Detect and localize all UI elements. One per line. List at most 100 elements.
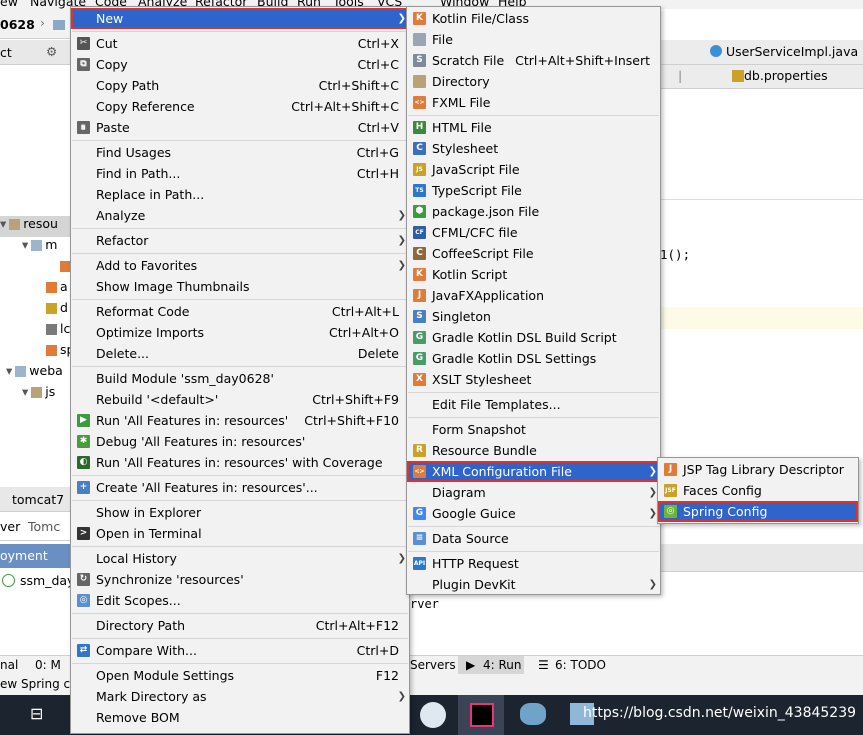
tree-row[interactable]: d (0, 300, 70, 321)
tree-row[interactable]: ▾ js (0, 384, 70, 405)
menu-item-spring-config[interactable]: ◎ Spring Config (658, 501, 858, 522)
tomcat-tab[interactable]: tomcat7 (12, 492, 64, 507)
chevron-right-icon: ❯ (397, 235, 406, 246)
menu-item-edit-file-templates[interactable]: Edit File Templates... (407, 394, 660, 415)
editor-tab-db-properties[interactable]: db.properties (744, 68, 828, 83)
menu-item-copy-path[interactable]: Copy Path Ctrl+Shift+C (71, 75, 409, 96)
run-tab[interactable]: 4: Run (483, 658, 522, 672)
menu-item-faces-config[interactable]: JSF Faces Config (658, 480, 858, 501)
breadcrumb-project[interactable]: 0628 (0, 17, 35, 32)
menu-item-javascript-file[interactable]: JS JavaScript File (407, 159, 660, 180)
tomcat-log-tab[interactable]: Tomc (28, 519, 60, 534)
menu-item-cfml-cfc-file[interactable]: CF CFML/CFC file (407, 222, 660, 243)
menu-item-singleton[interactable]: S Singleton (407, 306, 660, 327)
todo-tab[interactable]: 6: TODO (555, 658, 606, 672)
tree-row-resources[interactable]: ▾ resou (0, 216, 70, 237)
menu-item-jsp-tag-library-descriptor[interactable]: J JSP Tag Library Descriptor (658, 459, 858, 480)
menu-item-refactor[interactable]: Refactor ❯ (71, 230, 409, 251)
chevron-right-icon: › (40, 15, 45, 30)
menu-item-find-in-path[interactable]: Find in Path... Ctrl+H (71, 163, 409, 184)
coverage-icon: ◐ (77, 456, 90, 469)
messages-tab[interactable]: 0: M (35, 658, 61, 672)
kotlin-script-icon: K (413, 268, 426, 281)
menu-item-fxml-file[interactable]: <> FXML File (407, 92, 660, 113)
menu-item-resource-bundle[interactable]: R Resource Bundle (407, 440, 660, 461)
menu-item-label: Copy Path (96, 78, 160, 93)
servers-tab[interactable]: Servers (410, 658, 456, 672)
menu-item-shortcut: Ctrl+D (356, 643, 399, 658)
menu-item-gradle-kotlin-dsl-settings[interactable]: G Gradle Kotlin DSL Settings (407, 348, 660, 369)
app-icon[interactable] (420, 702, 446, 728)
menu-item-kotlin-file-class[interactable]: K Kotlin File/Class (407, 8, 660, 29)
app-icon[interactable] (520, 703, 546, 725)
menu-item-plugin-devkit[interactable]: Plugin DevKit ❯ (407, 574, 660, 595)
menu-item-javafxapplication[interactable]: J JavaFXApplication (407, 285, 660, 306)
menu-item-label: Optimize Imports (96, 325, 205, 340)
menu-item-typescript-file[interactable]: TS TypeScript File (407, 180, 660, 201)
menu-item-edit-scopes[interactable]: ◎ Edit Scopes... (71, 590, 409, 611)
menu-item-label: Add to Favorites (96, 258, 198, 273)
menu-item-html-file[interactable]: H HTML File (407, 117, 660, 138)
menu-item-debug-all-features-in-resources[interactable]: ✱ Debug 'All Features in: resources' (71, 431, 409, 452)
menu-item-optimize-imports[interactable]: Optimize Imports Ctrl+Alt+O (71, 322, 409, 343)
menu-item-build-module-ssm-day0628[interactable]: Build Module 'ssm_day0628' (71, 368, 409, 389)
tree-row[interactable]: a (0, 279, 70, 300)
settings-icon[interactable]: ⚙ (46, 44, 57, 59)
menu-item-gradle-kotlin-dsl-build-script[interactable]: G Gradle Kotlin DSL Build Script (407, 327, 660, 348)
menu-item-stylesheet[interactable]: C Stylesheet (407, 138, 660, 159)
server-tab[interactable]: ver (0, 519, 20, 534)
menu-item-create-all-features-in-resources[interactable]: + Create 'All Features in: resources'... (71, 477, 409, 498)
menu-item-file[interactable]: File (407, 29, 660, 50)
terminal-tab[interactable]: nal (0, 658, 18, 672)
menu-item-mark-directory-as[interactable]: Mark Directory as ❯ (71, 686, 409, 707)
menu-item-run-all-features-in-resources[interactable]: ▶ Run 'All Features in: resources' Ctrl+Sh… (71, 410, 409, 431)
menu-item-remove-bom[interactable]: Remove BOM (71, 707, 409, 728)
menu-item-cut[interactable]: ✂ Cut Ctrl+X (71, 33, 409, 54)
menu-item-reformat-code[interactable]: Reformat Code Ctrl+Alt+L (71, 301, 409, 322)
menu-item-label: Edit File Templates... (432, 397, 561, 412)
menu-item-analyze[interactable]: Analyze ❯ (71, 205, 409, 226)
menu-item-kotlin-script[interactable]: K Kotlin Script (407, 264, 660, 285)
editor-tab-userserviceimpl[interactable]: UserServiceImpl.java (726, 44, 858, 59)
menu-item-delete[interactable]: Delete... Delete (71, 343, 409, 364)
menu-item-local-history[interactable]: Local History ❯ (71, 548, 409, 569)
menu-item-data-source[interactable]: ≡ Data Source (407, 528, 660, 549)
menu-item-diagram[interactable]: Diagram ❯ (407, 482, 660, 503)
menu-item-replace-in-path[interactable]: Replace in Path... (71, 184, 409, 205)
menu-item-new[interactable]: New ❯ (71, 8, 409, 29)
menu-item-compare-with[interactable]: ⇄ Compare With... Ctrl+D (71, 640, 409, 661)
menu-item-google-guice[interactable]: G Google Guice ❯ (407, 503, 660, 524)
tree-row[interactable] (0, 258, 70, 279)
menu-item-rebuild-default[interactable]: Rebuild '<default>' Ctrl+Shift+F9 (71, 389, 409, 410)
menu-item-show-in-explorer[interactable]: Show in Explorer (71, 502, 409, 523)
menu-item-find-usages[interactable]: Find Usages Ctrl+G (71, 142, 409, 163)
kotlin-file-icon: K (413, 12, 426, 25)
menu-item-add-to-favorites[interactable]: Add to Favorites ❯ (71, 255, 409, 276)
tree-row[interactable]: lc (0, 321, 70, 342)
menu-item-copy-reference[interactable]: Copy Reference Ctrl+Alt+Shift+C (71, 96, 409, 117)
tree-row-webapp[interactable]: ▾ weba (0, 363, 70, 384)
menu-item-form-snapshot[interactable]: Form Snapshot (407, 419, 660, 440)
menu-item-package-json-file[interactable]: ⬢ package.json File (407, 201, 660, 222)
tree-label: resou (23, 216, 58, 231)
menu-item-paste[interactable]: 📋 Paste Ctrl+V (71, 117, 409, 138)
menu-item-synchronize-resources[interactable]: ↻ Synchronize 'resources' (71, 569, 409, 590)
menu-item-run-all-features-in-resources-with-coverage[interactable]: ◐ Run 'All Features in: resources' with C… (71, 452, 409, 473)
menu-item-scratch-file[interactable]: S Scratch File Ctrl+Alt+Shift+Insert (407, 50, 660, 71)
menu-item-directory-path[interactable]: Directory Path Ctrl+Alt+F12 (71, 615, 409, 636)
menu-item-copy[interactable]: ⧉ Copy Ctrl+C (71, 54, 409, 75)
tree-row[interactable]: ▾ m (0, 237, 70, 258)
tree-row[interactable]: sp (0, 342, 70, 363)
menu-item-xslt-stylesheet[interactable]: X XSLT Stylesheet (407, 369, 660, 390)
menu-item-open-in-terminal[interactable]: > Open in Terminal (71, 523, 409, 544)
menu-item-directory[interactable]: Directory (407, 71, 660, 92)
menu-item-coffeescript-file[interactable]: C CoffeeScript File (407, 243, 660, 264)
menubar-item[interactable]: ew (0, 0, 18, 9)
menu-item-open-module-settings[interactable]: Open Module Settings F12 (71, 665, 409, 686)
deployment-item[interactable]: ssm_day (0, 572, 74, 592)
menu-item-http-request[interactable]: API HTTP Request (407, 553, 660, 574)
menu-item-xml-configuration-file[interactable]: <> XML Configuration File ❯ (407, 461, 660, 482)
task-view-icon[interactable]: ⊟ (30, 704, 43, 723)
services-panel: tomcat7 ver Tomc oyment ssm_day (0, 487, 74, 657)
menu-item-show-image-thumbnails[interactable]: Show Image Thumbnails (71, 276, 409, 297)
